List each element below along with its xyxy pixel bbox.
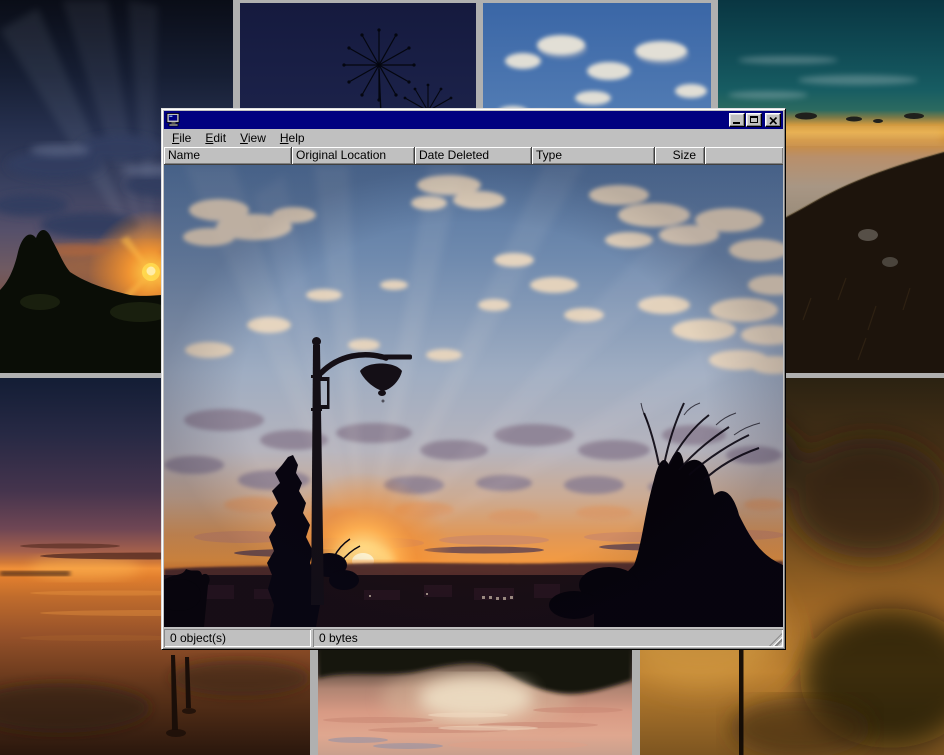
maximize-icon <box>750 116 758 123</box>
maximize-button[interactable] <box>746 113 762 127</box>
statusbar: 0 object(s) 0 bytes <box>164 627 783 647</box>
vignette <box>164 165 783 627</box>
column-headers: Name Original Location Date Deleted Type… <box>164 147 783 165</box>
column-header-type[interactable]: Type <box>532 147 655 165</box>
column-header-original-location[interactable]: Original Location <box>292 147 415 165</box>
desktop: { "window": { "title": "", "menu": { "it… <box>0 0 944 755</box>
column-header-size[interactable]: Size <box>655 147 705 165</box>
recycle-bin-window: File Edit View Help Name Original Locati… <box>161 108 786 650</box>
status-object-count: 0 object(s) <box>164 629 311 647</box>
column-header-filler <box>705 147 783 165</box>
close-icon <box>769 117 778 125</box>
close-button[interactable] <box>765 113 781 127</box>
menubar: File Edit View Help <box>164 129 783 147</box>
computer-icon[interactable] <box>166 113 181 127</box>
minimize-button[interactable] <box>729 113 745 127</box>
minimize-icon <box>733 122 740 124</box>
column-header-name[interactable]: Name <box>164 147 292 165</box>
menu-edit[interactable]: Edit <box>198 130 233 146</box>
menu-help[interactable]: Help <box>273 130 312 146</box>
menu-view[interactable]: View <box>233 130 273 146</box>
menu-file[interactable]: File <box>165 130 198 146</box>
file-list-area[interactable] <box>164 165 783 627</box>
column-header-date-deleted[interactable]: Date Deleted <box>415 147 532 165</box>
status-byte-count: 0 bytes <box>313 629 783 647</box>
sunset-lamp-photo <box>164 165 783 627</box>
titlebar[interactable] <box>164 111 783 129</box>
